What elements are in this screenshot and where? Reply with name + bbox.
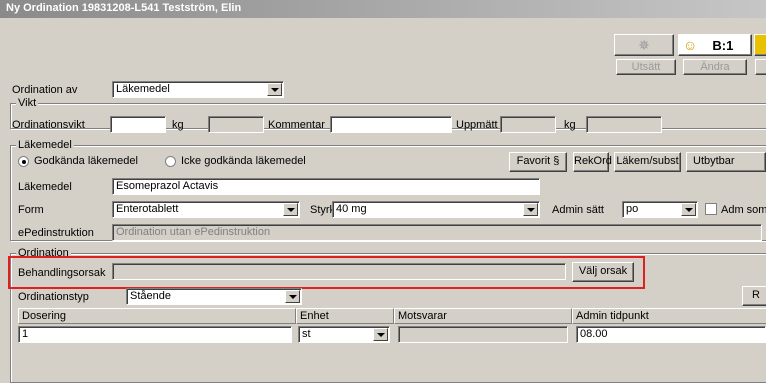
kg-label: kg	[172, 119, 184, 131]
vikt-disabled-field	[208, 116, 264, 133]
column-header-enhet[interactable]: Enhet	[296, 308, 394, 324]
ordinationstyp-label: Ordinationstyp	[18, 291, 89, 303]
ordination-av-label: Ordination av	[12, 84, 78, 96]
admin-satt-value: po	[626, 203, 639, 215]
r-button[interactable]: R	[742, 286, 766, 306]
column-header-motsvarar[interactable]: Motsvarar	[394, 308, 572, 324]
chevron-down-icon[interactable]	[267, 83, 282, 96]
disabled-toolbar-button: ✵	[614, 34, 674, 56]
toolbar-button-clipped[interactable]	[755, 59, 766, 75]
uppmatt-kg-field	[586, 116, 662, 133]
epedinstruktion-field: Ordination utan ePedinstruktion	[112, 224, 762, 241]
ordination-av-select[interactable]: Läkemedel	[112, 81, 284, 98]
enhet-select[interactable]: st	[298, 326, 390, 343]
lakemedel-legend: Läkemedel	[16, 139, 74, 151]
styrka-select[interactable]: 40 mg	[332, 201, 540, 218]
lakemedel-input[interactable]: Esomeprazol Actavis	[112, 178, 540, 195]
andra-button[interactable]: Ändra	[683, 59, 747, 75]
chevron-down-icon[interactable]	[523, 203, 538, 216]
window-title: Ny Ordination 19831208-L541 Testström, E…	[6, 2, 242, 14]
lakem-subst-button[interactable]: Läkem/subst	[614, 152, 681, 172]
window-title-bar: Ny Ordination 19831208-L541 Testström, E…	[0, 0, 766, 18]
sparkle-icon: ✵	[638, 37, 650, 53]
radio-icke-godkanda[interactable]	[165, 156, 176, 167]
styrka-value: 40 mg	[336, 203, 367, 215]
badge-b1: ☺ B:1	[678, 34, 752, 56]
chevron-down-icon[interactable]	[285, 290, 300, 303]
motsvarar-field	[398, 326, 568, 343]
utbytbar-button[interactable]: Utbytbar	[686, 152, 766, 172]
radio-godkanda[interactable]	[18, 156, 29, 167]
chevron-down-icon[interactable]	[373, 328, 388, 341]
column-header-dosering[interactable]: Dosering	[18, 308, 296, 324]
highlight-box	[8, 256, 645, 289]
kommentar-label: Kommentar	[268, 119, 325, 131]
rekord-button[interactable]: RekOrd	[573, 152, 612, 172]
person-icon[interactable]	[754, 34, 766, 56]
ordination-av-value: Läkemedel	[116, 83, 170, 95]
form-label: Form	[18, 204, 44, 216]
adm-som-checkbox[interactable]	[705, 203, 717, 215]
admin-tidpunkt-input[interactable]: 08.00	[576, 326, 766, 343]
badge-label: B:1	[712, 38, 734, 53]
uppmatt-vikt-field	[500, 116, 556, 133]
lakemedel-label: Läkemedel	[18, 181, 72, 193]
adm-som-label: Adm som	[721, 204, 766, 216]
favorit-button[interactable]: Favorit §	[509, 152, 567, 172]
ordinationsvikt-input[interactable]	[110, 116, 166, 133]
admin-satt-label: Admin sätt	[552, 204, 604, 216]
kommentar-input[interactable]	[330, 116, 452, 133]
ordinationstyp-select[interactable]: Stående	[126, 288, 302, 305]
uppmatt-kg-label: kg	[564, 119, 576, 131]
epedinstruktion-label: ePedinstruktion	[18, 227, 94, 239]
admin-satt-select[interactable]: po	[622, 201, 698, 218]
utsatt-button[interactable]: Utsätt	[616, 59, 676, 75]
radio-godkanda-label[interactable]: Godkända läkemedel	[34, 155, 138, 168]
enhet-value: st	[302, 328, 311, 340]
chevron-down-icon[interactable]	[681, 203, 696, 216]
form-value: Enterotablett	[116, 203, 179, 215]
radio-icke-godkanda-label[interactable]: Icke godkända läkemedel	[181, 155, 306, 168]
vikt-legend: Vikt	[16, 97, 39, 109]
ordinationstyp-value: Stående	[130, 290, 171, 302]
dosering-input[interactable]: 1	[18, 326, 292, 343]
form-select[interactable]: Enterotablett	[112, 201, 300, 218]
column-header-admin-tidpunkt[interactable]: Admin tidpunkt	[572, 308, 766, 324]
chevron-down-icon[interactable]	[283, 203, 298, 216]
figure-icon: ☺	[683, 37, 698, 53]
ordinationsvikt-label: Ordinationsvikt	[12, 119, 85, 131]
